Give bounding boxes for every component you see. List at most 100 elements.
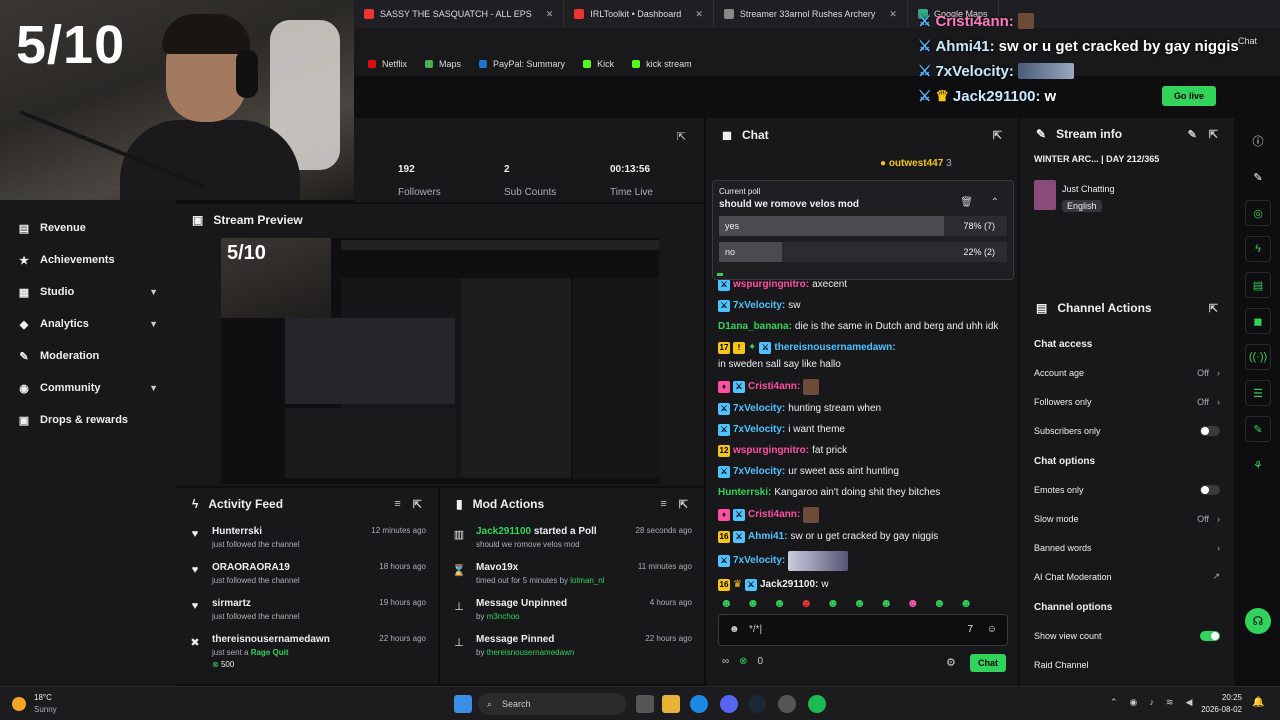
popout-icon[interactable]: ⇱ (677, 130, 686, 143)
wrench-icon[interactable]: ✎ (1245, 416, 1271, 442)
broadcast-icon[interactable]: ((·)) (1245, 344, 1271, 370)
chevron-right-icon: › (1217, 542, 1220, 553)
slow-mode-row[interactable]: Slow mode Off › (1020, 504, 1234, 533)
emote-icon[interactable]: ☻ (906, 596, 919, 610)
bookmark[interactable]: kick stream (632, 59, 692, 69)
chat-overlay: ⚔ Cristi4ann: ⚔ Ahmi41: sw or u get cracked… (918, 12, 1280, 112)
popout-icon[interactable]: ⇱ (1209, 128, 1218, 141)
camera-icon[interactable]: ◎ (1245, 200, 1271, 226)
close-icon[interactable]: ✕ (889, 9, 897, 20)
share-icon[interactable]: ⚘ (1245, 452, 1271, 478)
trash-icon[interactable]: 🗑 (960, 197, 973, 208)
chevron-up-icon[interactable]: ⌃ (1110, 697, 1118, 708)
activity-feed-panel: ϟ Activity Feed ≡ ⇱ ♥ Hunterrski just followe… (176, 488, 438, 684)
sidebar-item-studio[interactable]: ▦ Studio ▼ (0, 276, 176, 308)
emote-icon[interactable]: ☻ (853, 596, 866, 610)
smiley-icon[interactable]: ☺ (987, 624, 997, 635)
chat-bubble-icon[interactable]: ◼ (1245, 308, 1271, 334)
wifi-icon[interactable]: ≋ (1166, 697, 1174, 708)
emote-icon[interactable]: ☻ (933, 596, 946, 610)
emote-icon[interactable]: ☻ (720, 596, 733, 610)
popout-icon[interactable]: ⇱ (993, 129, 1002, 142)
edge-icon[interactable] (690, 695, 708, 713)
mic-icon[interactable]: ♪ (1149, 697, 1154, 708)
emote-image (803, 379, 820, 395)
bookmark[interactable]: PayPal: Summary (479, 59, 565, 69)
sidebar-item-revenue[interactable]: ▤ Revenue (0, 212, 176, 244)
ai-moderation-row[interactable]: AI Chat Moderation ↗ (1020, 562, 1234, 591)
browser-tab[interactable]: SASSY THE SASQUATCH - ALL EPS ✕ (354, 0, 565, 28)
document-icon[interactable]: ▤ (1245, 272, 1271, 298)
browser-tab[interactable]: IRLToolkit • Dashboard ✕ (564, 0, 714, 28)
file-explorer-icon[interactable] (662, 695, 680, 713)
stream-preview-video[interactable]: 5/10 (221, 238, 659, 484)
followers-only-row[interactable]: Followers only Off › (1020, 387, 1234, 416)
tab-favicon-icon (723, 9, 734, 19)
sidebar-item-moderation[interactable]: ✎ Moderation (0, 340, 176, 372)
spotify-icon[interactable] (808, 695, 826, 713)
emote-icon[interactable]: ☻ (800, 596, 813, 610)
chat-input[interactable]: ☻ */*| 7 ☺ (718, 614, 1008, 646)
settings-gear-icon[interactable]: ⚙ (946, 656, 956, 669)
pencil-icon[interactable]: ✎ (1245, 164, 1271, 190)
sidebar-item-analytics[interactable]: ◆ Analytics ▼ (0, 308, 176, 340)
emote-icon[interactable]: ☻ (747, 596, 760, 610)
close-icon[interactable]: ✕ (695, 9, 703, 20)
popout-icon[interactable]: ⇱ (413, 498, 422, 511)
account-age-row[interactable]: Account age Off › (1020, 358, 1234, 387)
browser-tab[interactable]: Streamer 33arnol Rushes Archery ✕ (714, 0, 908, 28)
close-icon[interactable]: ✕ (546, 9, 554, 20)
discord-icon[interactable] (720, 695, 738, 713)
analytics-icon: ◆ (19, 318, 29, 331)
bookmark[interactable]: Kick (583, 59, 614, 69)
sidebar-item-achievements[interactable]: ★ Achievements (0, 244, 176, 276)
pin-icon: ⊥ (454, 637, 464, 649)
popout-icon[interactable]: ⇱ (679, 498, 688, 511)
emote-icon[interactable]: ☻ (880, 596, 893, 610)
emote-bar: ☻ ☻ ☻ ☻ ☻ ☻ ☻ ☻ ☻ ☻ (720, 596, 972, 610)
network-icon[interactable]: ◉ (1130, 697, 1138, 708)
users-infinity-icon[interactable]: ∞ (722, 656, 729, 667)
sparkle-icon: ✦ (748, 342, 757, 353)
heart-icon: ♥ (191, 528, 199, 540)
obs-icon[interactable] (778, 695, 796, 713)
notification-bell-icon[interactable]: 🔔 (1252, 697, 1264, 708)
bookmark[interactable]: Maps (425, 59, 461, 69)
task-view-icon[interactable] (636, 695, 654, 713)
chat-username[interactable]: wspurgingnitro: (733, 278, 809, 292)
sidebar-item-drops[interactable]: ▣ Drops & rewards (0, 404, 176, 436)
mod-actions-panel: ▮ Mod Actions ≡ ⇱ ▥ Jack291100 started a Pol… (440, 488, 704, 684)
filter-icon[interactable]: ≡ (660, 498, 666, 511)
tab-favicon-icon (364, 9, 374, 19)
sidebar-item-community[interactable]: ◉ Community ▼ (0, 372, 176, 404)
sword-icon: ⚔ (733, 531, 745, 543)
help-headset-icon[interactable]: ☊ (1245, 608, 1271, 634)
list-icon[interactable]: ☰ (1245, 380, 1271, 406)
windows-start-icon[interactable] (454, 695, 472, 713)
kick-icon (632, 60, 641, 68)
info-icon[interactable]: ⓘ (1245, 128, 1271, 154)
poll-option[interactable]: no 22% (2) (719, 242, 1007, 262)
pinned-user[interactable]: ● outwest447 3 (880, 158, 952, 169)
banned-words-row[interactable]: Banned words › (1020, 533, 1234, 562)
bolt-icon[interactable]: ϟ (1245, 236, 1271, 262)
popout-icon[interactable]: ⇱ (1209, 302, 1218, 315)
poll-option[interactable]: yes 78% (7) (719, 216, 1007, 236)
7tv-icon[interactable]: 7 (967, 624, 973, 635)
chevron-up-icon[interactable]: ⌃ (991, 197, 999, 208)
taskbar-search[interactable]: ⌕ Search (478, 693, 626, 715)
chat-send-button[interactable]: Chat (970, 654, 1006, 672)
filter-icon[interactable]: ≡ (394, 498, 400, 511)
show-view-count-toggle[interactable] (1200, 630, 1220, 641)
bookmark[interactable]: Netflix (368, 59, 407, 69)
emote-icon[interactable]: ☻ (960, 596, 973, 610)
emote-icon[interactable]: ☻ (773, 596, 786, 610)
emote-icon[interactable]: ☻ (827, 596, 840, 610)
edit-icon[interactable]: ✎ (1188, 128, 1197, 141)
emote-picker-icon[interactable]: ☻ (729, 624, 740, 635)
raid-channel-row[interactable]: Raid Channel (1020, 650, 1234, 679)
emotes-only-toggle[interactable] (1200, 484, 1220, 495)
subscribers-only-toggle[interactable] (1200, 425, 1220, 436)
panel-header: ✎ Stream info ✎ ⇱ (1036, 127, 1218, 141)
steam-icon[interactable] (748, 695, 766, 713)
